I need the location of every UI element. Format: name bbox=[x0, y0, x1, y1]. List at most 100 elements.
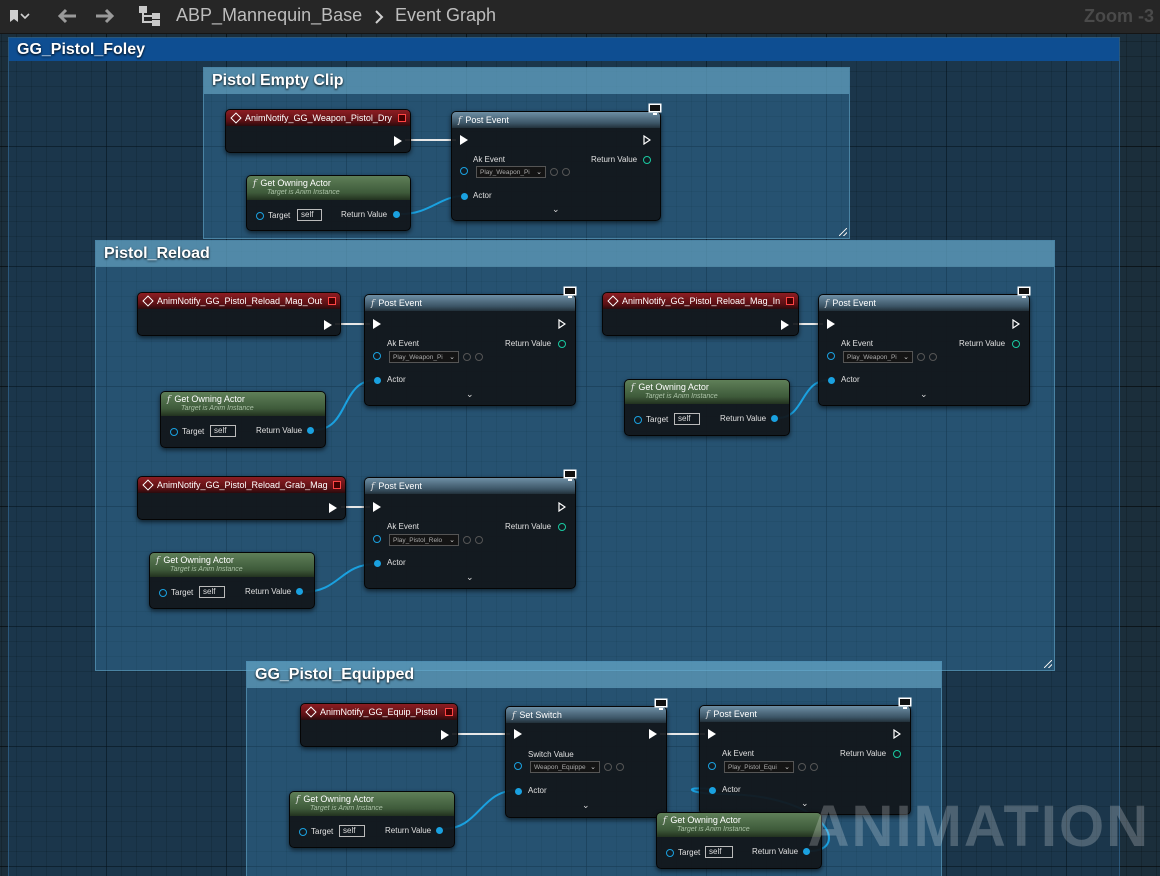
forward-button[interactable] bbox=[94, 6, 116, 26]
event-node-weapon-pistol-dry[interactable]: AnimNotify_GG_Weapon_Pistol_Dry bbox=[225, 109, 411, 153]
delegate-pin-icon[interactable] bbox=[328, 297, 336, 305]
event-node-reload-mag-out[interactable]: AnimNotify_GG_Pistol_Reload_Mag_Out bbox=[137, 292, 341, 336]
exec-out-pin-icon[interactable] bbox=[893, 729, 901, 739]
exec-out-pin-icon[interactable] bbox=[643, 135, 651, 145]
return-value-pin-icon[interactable] bbox=[771, 415, 778, 422]
exec-out-pin-icon[interactable] bbox=[781, 320, 789, 330]
reset-icon[interactable] bbox=[604, 763, 612, 771]
expand-chevron-icon[interactable]: ⌄ bbox=[552, 204, 560, 215]
exec-out-pin-icon[interactable] bbox=[558, 502, 566, 512]
graph-hierarchy-button[interactable] bbox=[138, 6, 162, 26]
actor-pin-icon[interactable] bbox=[828, 377, 835, 384]
reset-icon[interactable] bbox=[463, 353, 471, 361]
exec-in-pin-icon[interactable] bbox=[373, 502, 381, 512]
exec-out-pin-icon[interactable] bbox=[441, 730, 449, 740]
target-pin-icon[interactable] bbox=[159, 589, 167, 597]
delegate-pin-icon[interactable] bbox=[445, 708, 453, 716]
reset-icon[interactable] bbox=[463, 536, 471, 544]
exec-out-pin-icon[interactable] bbox=[558, 319, 566, 329]
actor-pin-icon[interactable] bbox=[374, 560, 381, 567]
return-value-pin-icon[interactable] bbox=[296, 588, 303, 595]
actor-pin-icon[interactable] bbox=[709, 787, 716, 794]
function-node-post-event[interactable]: f Post Event Ak Event Return Value Play_P… bbox=[364, 469, 577, 589]
ak-event-select[interactable]: Play_Weapon_Pi ⌄ bbox=[476, 166, 546, 178]
expand-chevron-icon[interactable]: ⌄ bbox=[582, 800, 590, 811]
exec-in-pin-icon[interactable] bbox=[514, 729, 522, 739]
exec-out-pin-icon[interactable] bbox=[324, 320, 332, 330]
function-node-post-event[interactable]: f Post Event Ak Event Return Value Play_W… bbox=[818, 286, 1031, 406]
actor-pin-icon[interactable] bbox=[461, 193, 468, 200]
bookmark-dropdown[interactable] bbox=[8, 6, 30, 26]
pure-node-get-owning-actor[interactable]: f Get Owning Actor Target is Anim Instance… bbox=[160, 391, 326, 448]
breadcrumb-blueprint[interactable]: ABP_Mannequin_Base bbox=[176, 5, 362, 26]
browse-icon[interactable] bbox=[562, 168, 570, 176]
self-field[interactable]: self bbox=[210, 425, 236, 437]
switch-value-select[interactable]: Weapon_Equippe ⌄ bbox=[530, 761, 600, 773]
pure-node-get-owning-actor[interactable]: f Get Owning Actor Target is Anim Instance… bbox=[289, 791, 455, 848]
browse-icon[interactable] bbox=[929, 353, 937, 361]
event-node-reload-mag-in[interactable]: AnimNotify_GG_Pistol_Reload_Mag_In bbox=[602, 292, 799, 336]
ak-event-select[interactable]: Play_Weapon_Pi ⌄ bbox=[389, 351, 459, 363]
event-graph-canvas[interactable]: GG_Pistol_Foley Pistol Empty Clip Pistol… bbox=[0, 34, 1160, 876]
target-pin-icon[interactable] bbox=[256, 212, 264, 220]
browse-icon[interactable] bbox=[475, 536, 483, 544]
return-value-pin-icon[interactable] bbox=[893, 750, 901, 758]
expand-chevron-icon[interactable]: ⌄ bbox=[466, 572, 474, 583]
delegate-pin-icon[interactable] bbox=[786, 297, 794, 305]
target-pin-icon[interactable] bbox=[299, 828, 307, 836]
expand-chevron-icon[interactable]: ⌄ bbox=[466, 389, 474, 400]
breadcrumb-graph[interactable]: Event Graph bbox=[395, 5, 496, 26]
browse-icon[interactable] bbox=[810, 763, 818, 771]
exec-in-pin-icon[interactable] bbox=[827, 319, 835, 329]
return-value-pin-icon[interactable] bbox=[393, 211, 400, 218]
target-pin-icon[interactable] bbox=[170, 428, 178, 436]
exec-out-pin-icon[interactable] bbox=[649, 729, 657, 739]
ak-event-pin-icon[interactable] bbox=[373, 535, 381, 543]
browse-icon[interactable] bbox=[475, 353, 483, 361]
self-field[interactable]: self bbox=[297, 209, 322, 221]
exec-in-pin-icon[interactable] bbox=[708, 729, 716, 739]
function-node-post-event[interactable]: f Post Event Ak Event Return Value Play_W… bbox=[451, 103, 662, 221]
actor-pin-icon[interactable] bbox=[374, 377, 381, 384]
ak-event-pin-icon[interactable] bbox=[827, 352, 835, 360]
self-field[interactable]: self bbox=[199, 586, 225, 598]
return-value-pin-icon[interactable] bbox=[643, 156, 651, 164]
exec-out-pin-icon[interactable] bbox=[329, 503, 337, 513]
pure-node-get-owning-actor[interactable]: f Get Owning Actor Target is Anim Instance… bbox=[624, 379, 790, 436]
ak-event-select[interactable]: Play_Weapon_Pi ⌄ bbox=[843, 351, 913, 363]
self-field[interactable]: self bbox=[339, 825, 365, 837]
self-field[interactable]: self bbox=[674, 413, 700, 425]
target-pin-icon[interactable] bbox=[634, 416, 642, 424]
event-node-equip-pistol[interactable]: AnimNotify_GG_Equip_Pistol bbox=[300, 703, 458, 747]
reset-icon[interactable] bbox=[550, 168, 558, 176]
ak-event-select[interactable]: Play_Pistol_Relo ⌄ bbox=[389, 534, 459, 546]
return-value-pin-icon[interactable] bbox=[1012, 340, 1020, 348]
ak-event-pin-icon[interactable] bbox=[460, 167, 468, 175]
browse-icon[interactable] bbox=[616, 763, 624, 771]
expand-chevron-icon[interactable]: ⌄ bbox=[920, 389, 928, 400]
exec-out-pin-icon[interactable] bbox=[394, 136, 402, 146]
return-value-pin-icon[interactable] bbox=[558, 523, 566, 531]
exec-in-pin-icon[interactable] bbox=[460, 135, 468, 145]
pure-node-get-owning-actor[interactable]: f Get Owning Actor Target is Anim Instance… bbox=[656, 812, 822, 869]
return-value-pin-icon[interactable] bbox=[436, 827, 443, 834]
return-value-pin-icon[interactable] bbox=[307, 427, 314, 434]
delegate-pin-icon[interactable] bbox=[398, 114, 406, 122]
switch-value-pin-icon[interactable] bbox=[514, 762, 522, 770]
exec-out-pin-icon[interactable] bbox=[1012, 319, 1020, 329]
back-button[interactable] bbox=[56, 6, 78, 26]
actor-pin-icon[interactable] bbox=[515, 788, 522, 795]
exec-in-pin-icon[interactable] bbox=[373, 319, 381, 329]
reset-icon[interactable] bbox=[917, 353, 925, 361]
target-pin-icon[interactable] bbox=[666, 849, 674, 857]
function-node-post-event[interactable]: f Post Event Ak Event Return Value Play_W… bbox=[364, 286, 577, 406]
event-node-reload-grab-mag[interactable]: AnimNotify_GG_Pistol_Reload_Grab_Mag bbox=[137, 476, 346, 520]
ak-event-pin-icon[interactable] bbox=[373, 352, 381, 360]
ak-event-pin-icon[interactable] bbox=[708, 762, 716, 770]
pure-node-get-owning-actor[interactable]: f Get Owning Actor Target is Anim Instance… bbox=[149, 552, 315, 609]
function-node-set-switch[interactable]: f Set Switch Switch Value Weapon_Equippe ⌄… bbox=[505, 698, 668, 818]
reset-icon[interactable] bbox=[798, 763, 806, 771]
ak-event-select[interactable]: Play_Pistol_Equi ⌄ bbox=[724, 761, 794, 773]
return-value-pin-icon[interactable] bbox=[558, 340, 566, 348]
self-field[interactable]: self bbox=[705, 846, 733, 858]
